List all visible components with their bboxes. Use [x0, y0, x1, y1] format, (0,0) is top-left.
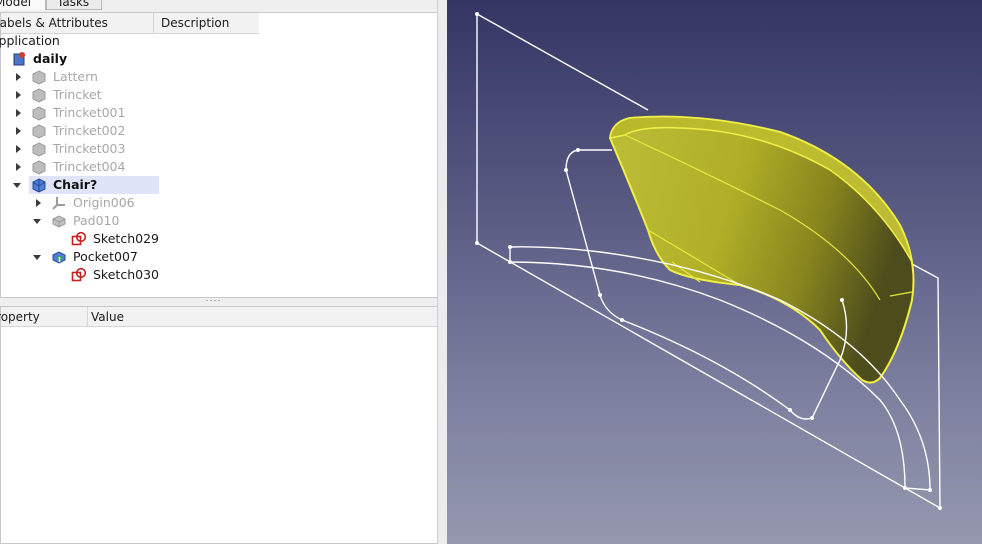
tree-item-label: Trincket004 [53, 159, 126, 174]
tree-item-label: Pad010 [73, 213, 120, 228]
sketch-icon [71, 231, 87, 246]
tree-item-label: Trincket003 [53, 141, 126, 156]
document-icon [13, 52, 25, 66]
tree-item-label: Trincket001 [53, 105, 126, 120]
property-view[interactable]: Property Value [0, 306, 440, 544]
body-icon [32, 70, 46, 85]
tree-item-label: Sketch029 [93, 231, 159, 246]
body-icon [32, 88, 46, 103]
document-label: daily [33, 51, 68, 66]
expand-arrow-icon[interactable] [16, 163, 21, 171]
tab-tasks[interactable]: Tasks [46, 0, 102, 10]
tree-item-sketch030[interactable]: Sketch030 [1, 266, 301, 284]
tree-item-pad010[interactable]: Pad010 [1, 212, 301, 230]
panel-splitter[interactable] [0, 298, 440, 306]
combo-view-panel: Model Tasks Labels & Attributes Descript… [0, 0, 447, 544]
tree-document-daily[interactable]: daily [1, 50, 301, 68]
body-icon [32, 106, 46, 121]
tree-root-application[interactable]: Application [0, 32, 441, 50]
tree-item-origin006[interactable]: Origin006 [1, 194, 301, 212]
tree-item-trincket002[interactable]: Trincket002 [1, 122, 301, 140]
tree-item-label: Lattern [53, 69, 98, 84]
expand-arrow-icon[interactable] [16, 73, 21, 81]
collapse-arrow-icon[interactable] [33, 255, 41, 260]
column-labels-attributes[interactable]: Labels & Attributes [0, 13, 154, 33]
3d-scene [475, 12, 942, 510]
expand-arrow-icon[interactable] [16, 145, 21, 153]
expand-arrow-icon[interactable] [36, 199, 41, 207]
tree-item-sketch029[interactable]: Sketch029 [1, 230, 301, 248]
tree-item-label: Sketch030 [93, 267, 159, 282]
body-icon [32, 142, 46, 157]
tree-item-trincket[interactable]: Trincket [1, 86, 301, 104]
tree-item-label: Origin006 [73, 195, 135, 210]
expand-arrow-icon[interactable] [16, 109, 21, 117]
column-value[interactable]: Value [91, 307, 291, 327]
3d-viewport[interactable] [447, 0, 982, 544]
tree-item-trincket003[interactable]: Trincket003 [1, 140, 301, 158]
body-icon [32, 124, 46, 139]
pocket-icon [52, 251, 66, 264]
tree-item-lattern[interactable]: Lattern [1, 68, 301, 86]
tree-item-pocket007[interactable]: Pocket007 [1, 248, 301, 266]
model-tree[interactable]: Labels & Attributes Description Applicat… [0, 12, 440, 298]
panel-resize-handle[interactable] [437, 0, 447, 544]
tree-item-label: Chair? [53, 177, 98, 192]
tab-model[interactable]: Model [0, 0, 46, 10]
body-icon [32, 178, 46, 193]
expand-arrow-icon[interactable] [16, 91, 21, 99]
column-description[interactable]: Description [161, 13, 259, 33]
column-property[interactable]: Property [0, 307, 88, 327]
tree-root-label: Application [0, 33, 60, 48]
tree-item-label: Trincket [53, 87, 102, 102]
tab-tasks-label: Tasks [57, 0, 90, 9]
tree-item-trincket004[interactable]: Trincket004 [1, 158, 301, 176]
selected-solid-body[interactable] [608, 115, 915, 384]
tree-header: Labels & Attributes Description [0, 13, 259, 34]
tab-model-label: Model [0, 0, 32, 9]
collapse-arrow-icon[interactable] [33, 219, 41, 224]
expand-arrow-icon[interactable] [16, 127, 21, 135]
sketch-icon [71, 267, 87, 282]
origin-icon [52, 197, 65, 210]
collapse-arrow-icon[interactable] [13, 183, 21, 188]
property-header: Property Value [0, 307, 439, 327]
body-icon [32, 160, 46, 175]
tree-item-trincket001[interactable]: Trincket001 [1, 104, 301, 122]
tree-item-chair[interactable]: Chair? [1, 176, 301, 194]
tree-item-label: Pocket007 [73, 249, 138, 264]
tree-item-label: Trincket002 [53, 123, 126, 138]
pad-icon [52, 215, 66, 228]
splitter-grip-icon [206, 300, 220, 301]
